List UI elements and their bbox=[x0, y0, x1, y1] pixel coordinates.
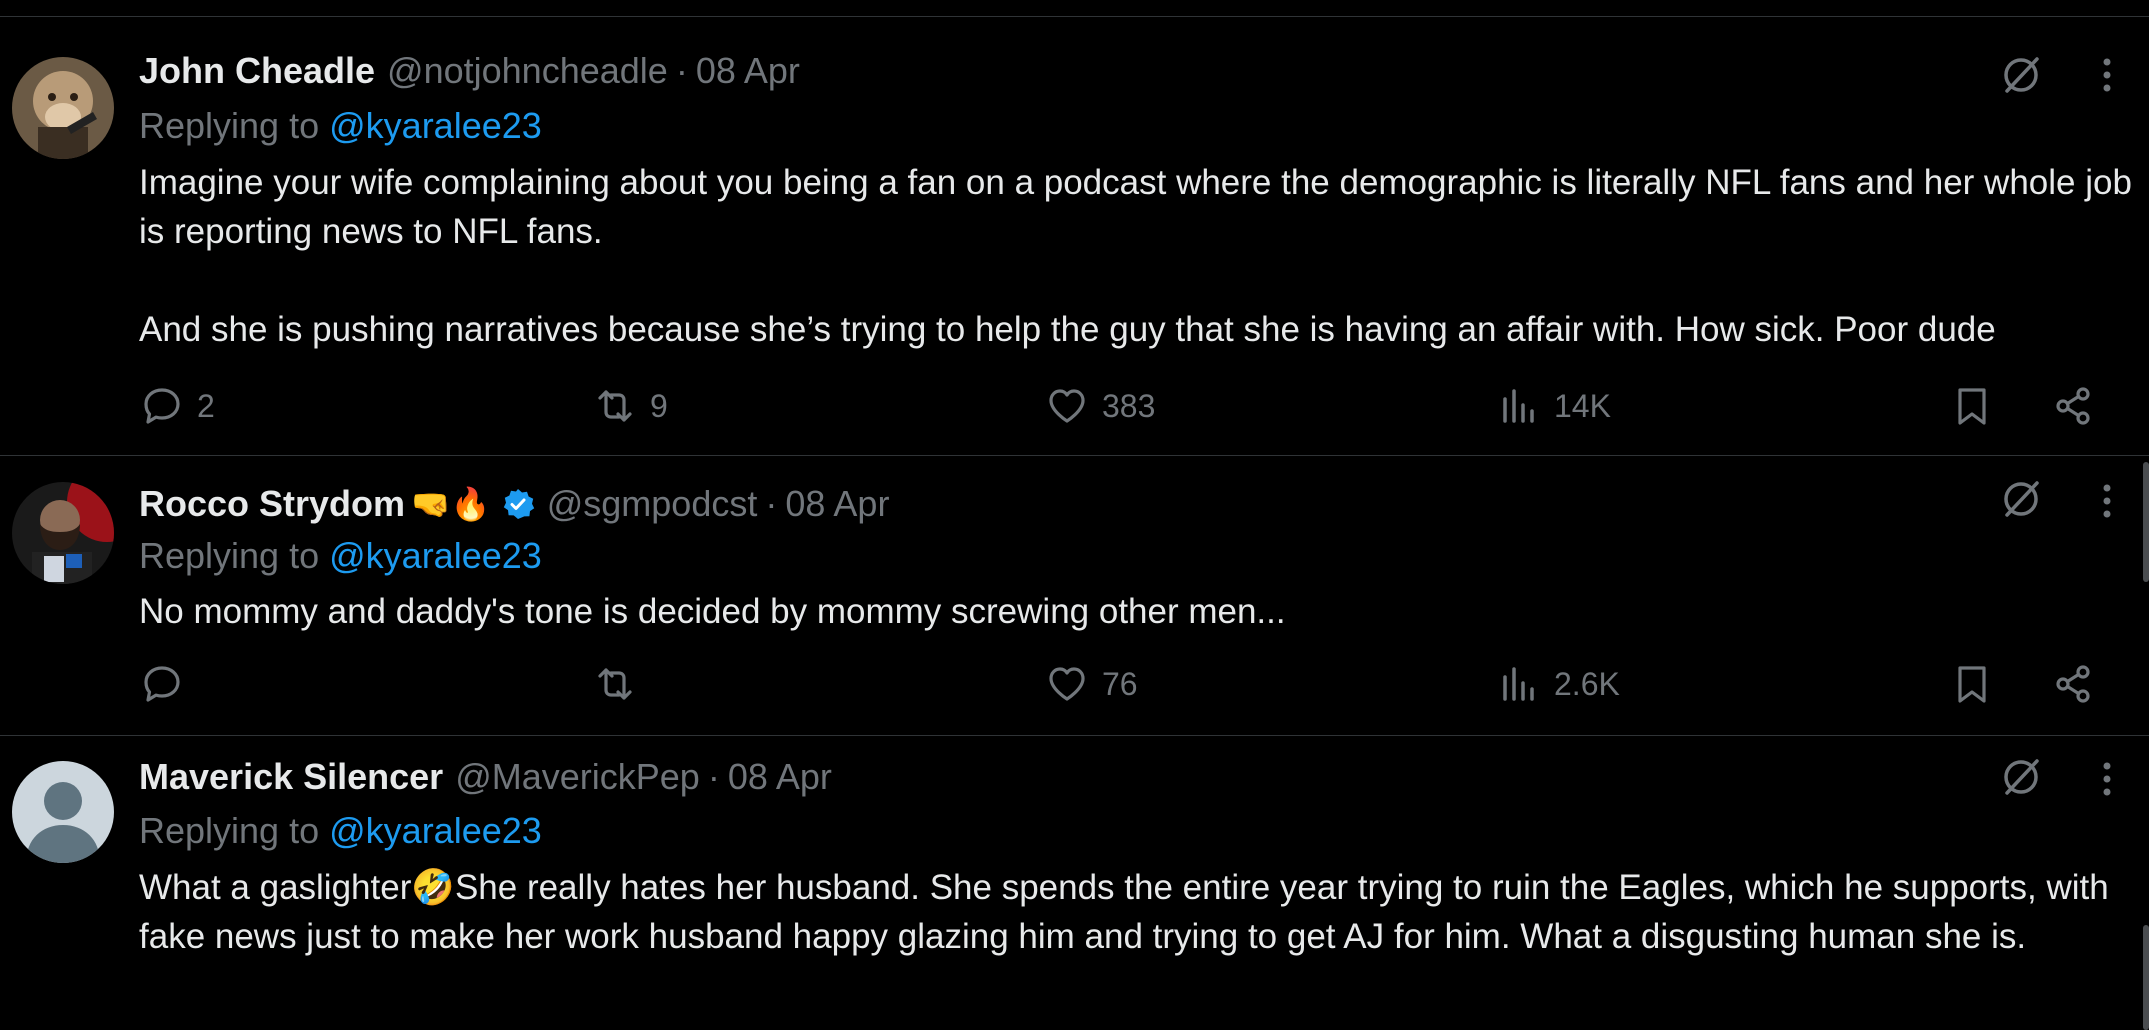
tweet-text: Imagine your wife complaining about you … bbox=[139, 158, 2139, 354]
repost-button[interactable]: 9 bbox=[594, 381, 668, 431]
view-count: 2.6K bbox=[1554, 665, 1620, 702]
mention-link[interactable]: @kyaralee23 bbox=[329, 535, 542, 576]
analytics-icon bbox=[1503, 389, 1534, 423]
bookmark-button[interactable] bbox=[1951, 381, 1993, 431]
tweet-text: No mommy and daddy's tone is decided by … bbox=[139, 587, 2139, 636]
reply-icon bbox=[144, 388, 180, 424]
tweet-header: Maverick Silencer @MaverickPep · 08 Apr bbox=[139, 755, 832, 799]
grok-icon[interactable] bbox=[1999, 477, 2043, 521]
tweet-paragraph: Imagine your wife complaining about you … bbox=[139, 163, 2132, 251]
grok-icon[interactable] bbox=[1999, 53, 2043, 97]
reply-tweet[interactable]: John Cheadle @notjohncheadle · 08 Apr Re… bbox=[0, 17, 2149, 456]
bookmark-icon bbox=[1958, 666, 1986, 703]
like-count: 76 bbox=[1102, 665, 1138, 702]
grok-icon[interactable] bbox=[1999, 755, 2043, 799]
like-count: 383 bbox=[1102, 387, 1156, 424]
views-button[interactable]: 14K bbox=[1498, 381, 1611, 431]
tweet-header: Rocco Strydom 🤜🔥 @sgmpodcst · 08 Apr bbox=[139, 482, 889, 526]
timeline-feed: John Cheadle @notjohncheadle · 08 Apr Re… bbox=[0, 0, 2149, 1030]
avatar[interactable] bbox=[12, 57, 114, 159]
reply-tweet[interactable]: Maverick Silencer @MaverickPep · 08 Apr … bbox=[0, 736, 2149, 1030]
like-button[interactable]: 383 bbox=[1046, 381, 1155, 431]
bookmark-button[interactable] bbox=[1951, 659, 1993, 709]
tweet-date[interactable]: 08 Apr bbox=[696, 50, 800, 92]
verified-badge-icon[interactable] bbox=[501, 487, 535, 521]
reply-icon bbox=[144, 666, 180, 702]
analytics-icon bbox=[1503, 667, 1534, 701]
separator-dot: · bbox=[765, 483, 778, 524]
repost-button[interactable] bbox=[594, 659, 650, 709]
avatar[interactable] bbox=[12, 482, 114, 584]
mention-link[interactable]: @kyaralee23 bbox=[329, 810, 542, 851]
more-options-icon[interactable] bbox=[2085, 479, 2129, 523]
tweet-paragraph: No mommy and daddy's tone is decided by … bbox=[139, 592, 1286, 631]
reply-button[interactable] bbox=[141, 659, 197, 709]
bookmark-icon bbox=[1958, 388, 1986, 425]
like-button[interactable]: 76 bbox=[1046, 659, 1138, 709]
repost-icon bbox=[598, 668, 632, 700]
display-name[interactable]: Rocco Strydom bbox=[139, 483, 405, 525]
share-icon bbox=[2056, 665, 2090, 703]
bearded-man-avatar-icon bbox=[12, 482, 114, 584]
reply-tweet[interactable]: Rocco Strydom 🤜🔥 @sgmpodcst · 08 Apr Rep… bbox=[0, 456, 2149, 736]
tweet-text: What a gaslighter🤣She really hates her h… bbox=[139, 863, 2139, 961]
avatar[interactable] bbox=[12, 761, 114, 863]
heart-icon bbox=[1049, 667, 1085, 701]
share-icon bbox=[2056, 387, 2090, 425]
tweet-date[interactable]: 08 Apr bbox=[728, 756, 832, 798]
user-handle[interactable]: @notjohncheadle bbox=[387, 50, 668, 92]
monkey-avatar-icon bbox=[12, 57, 114, 159]
name-emojis: 🤜🔥 bbox=[411, 486, 491, 522]
views-button[interactable]: 2.6K bbox=[1498, 659, 1620, 709]
replying-to-label: Replying to bbox=[139, 810, 320, 851]
default-profile-avatar-icon bbox=[12, 761, 114, 863]
replying-to-line: Replying to @kyaralee23 bbox=[139, 535, 542, 577]
more-options-icon[interactable] bbox=[2085, 757, 2129, 801]
separator-dot: · bbox=[707, 756, 720, 797]
display-name[interactable]: John Cheadle bbox=[139, 50, 375, 92]
scrollbar-thumb[interactable] bbox=[2143, 925, 2149, 1030]
share-button[interactable] bbox=[2052, 659, 2094, 709]
user-handle[interactable]: @MaverickPep bbox=[455, 756, 700, 798]
heart-icon bbox=[1049, 389, 1085, 423]
display-name[interactable]: Maverick Silencer bbox=[139, 756, 443, 798]
separator-dot: · bbox=[675, 50, 688, 91]
replying-to-line: Replying to @kyaralee23 bbox=[139, 105, 542, 147]
view-count: 14K bbox=[1554, 387, 1611, 424]
repost-count: 9 bbox=[650, 387, 668, 424]
tweet-date[interactable]: 08 Apr bbox=[785, 483, 889, 525]
mention-link[interactable]: @kyaralee23 bbox=[329, 105, 542, 146]
share-button[interactable] bbox=[2052, 381, 2094, 431]
replying-to-label: Replying to bbox=[139, 535, 320, 576]
tweet-paragraph: And she is pushing narratives because sh… bbox=[139, 310, 1996, 349]
reply-button[interactable]: 2 bbox=[141, 381, 215, 431]
more-options-icon[interactable] bbox=[2085, 53, 2129, 97]
replying-to-label: Replying to bbox=[139, 105, 320, 146]
user-handle[interactable]: @sgmpodcst bbox=[547, 483, 758, 525]
replying-to-line: Replying to @kyaralee23 bbox=[139, 810, 542, 852]
tweet-paragraph: What a gaslighter🤣She really hates her h… bbox=[139, 868, 2109, 956]
scrollbar-thumb[interactable] bbox=[2143, 462, 2149, 582]
repost-icon bbox=[598, 390, 632, 422]
tweet-header: John Cheadle @notjohncheadle · 08 Apr bbox=[139, 49, 800, 93]
reply-count: 2 bbox=[197, 387, 215, 424]
